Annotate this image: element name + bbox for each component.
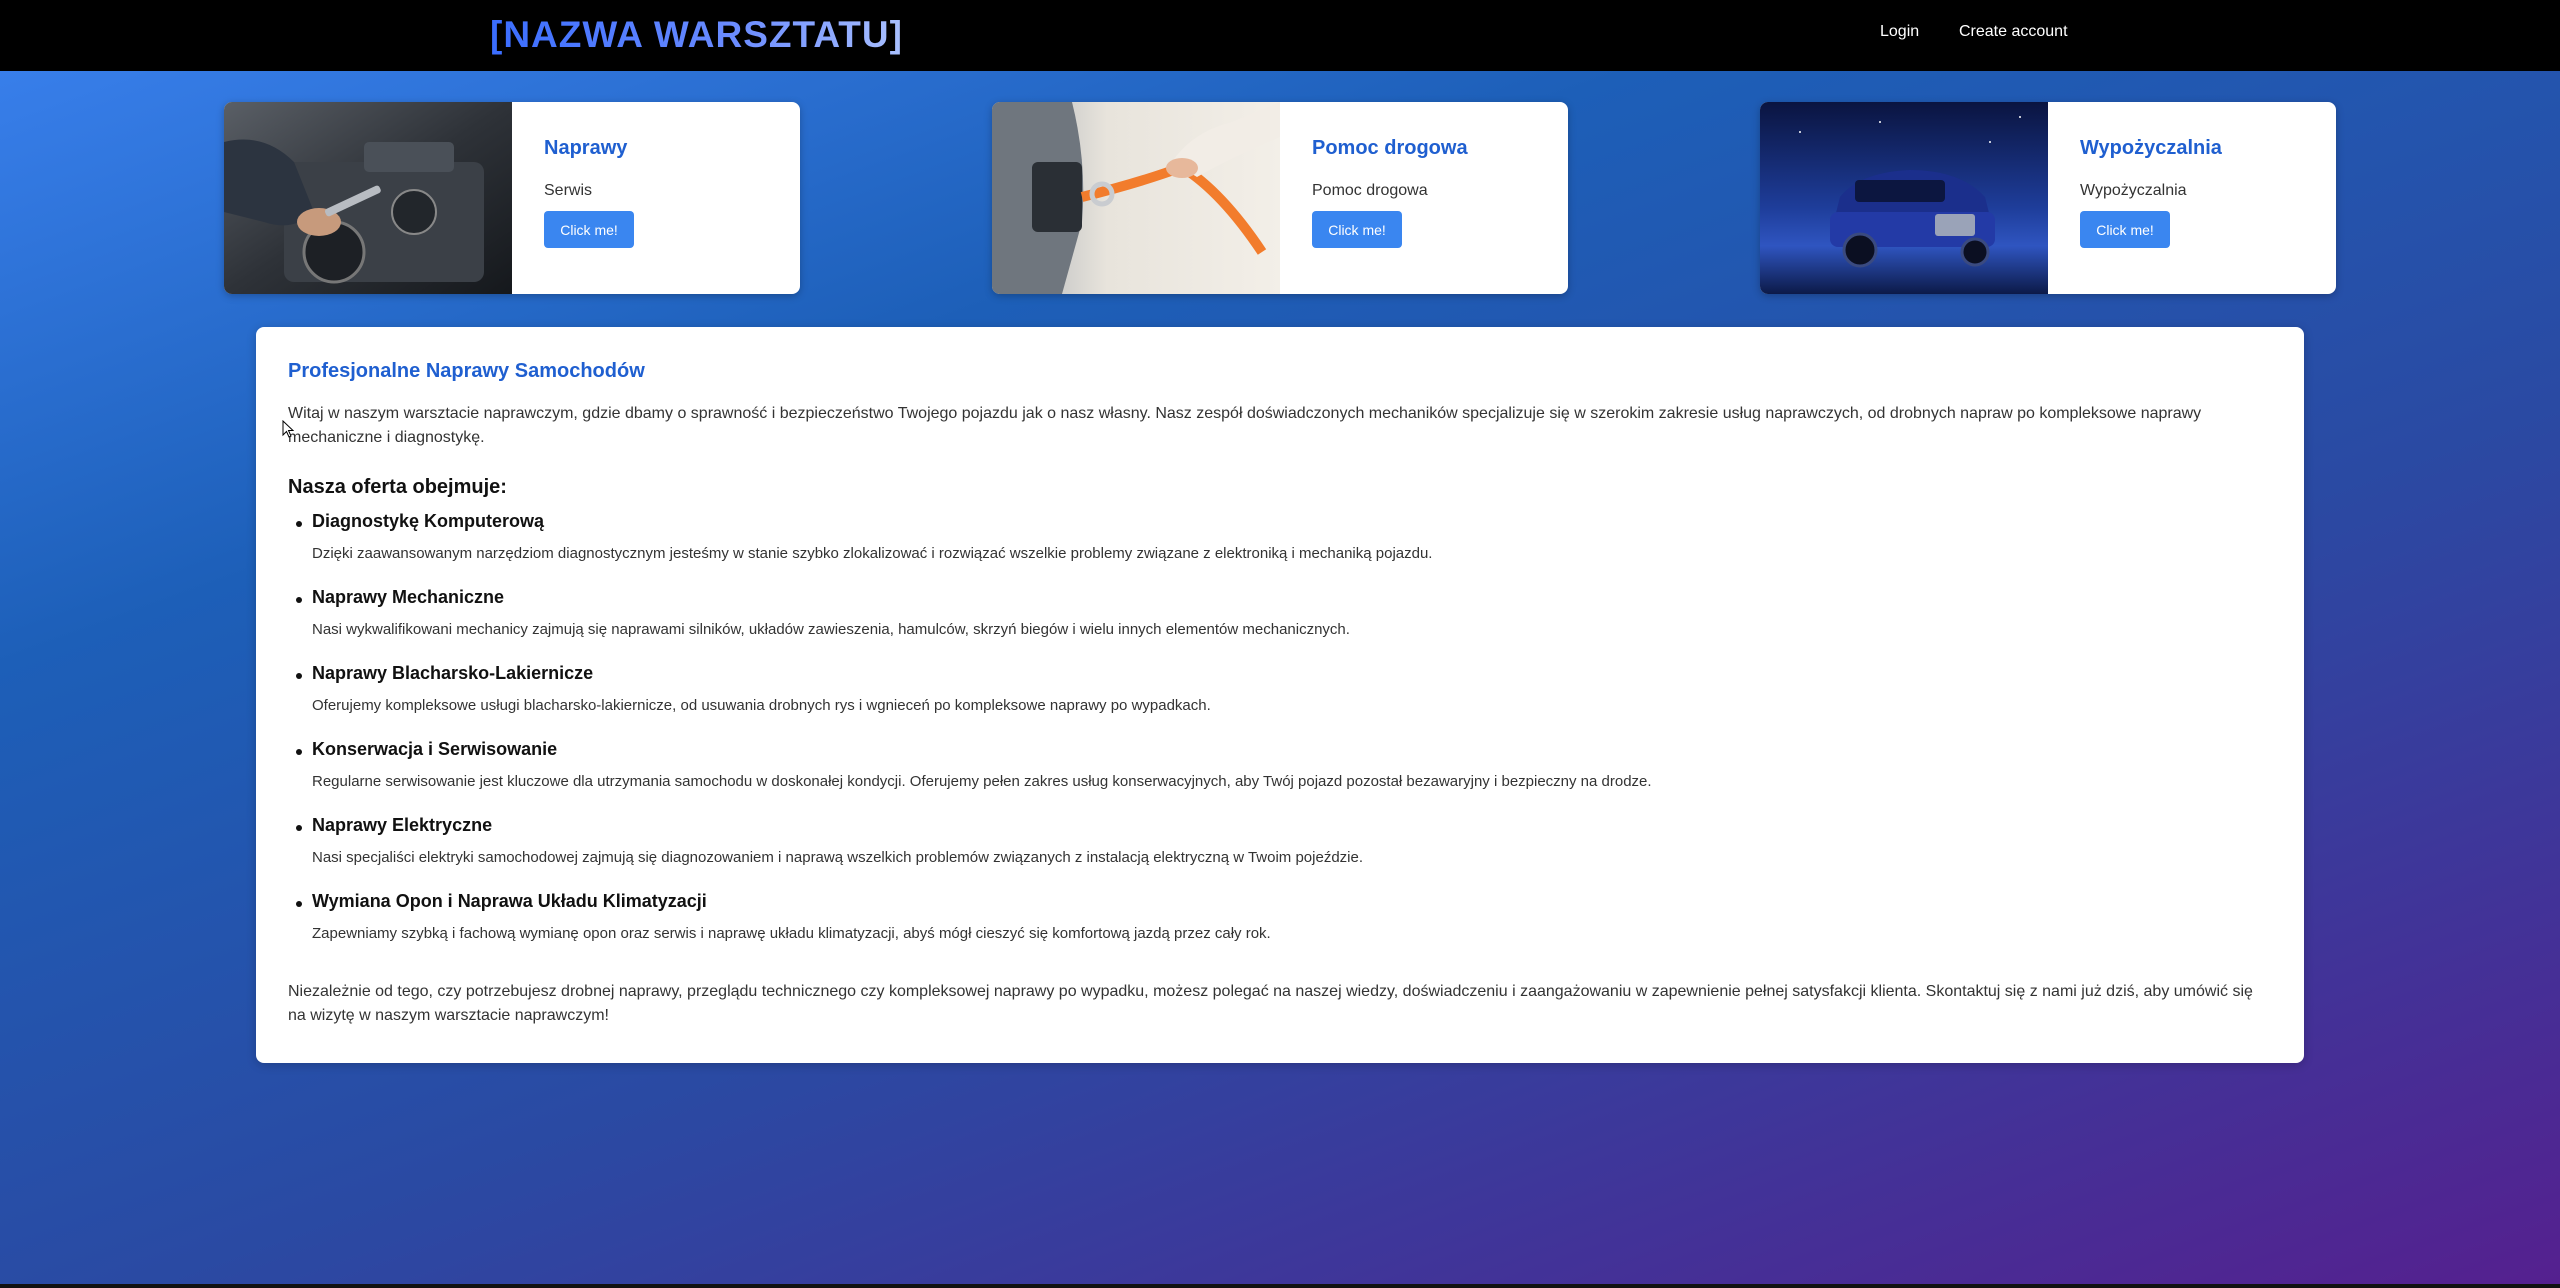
section-title: Profesjonalne Naprawy Samochodów xyxy=(288,360,645,382)
list-item: Diagnostykę Komputerową Dzięki zaawansow… xyxy=(296,511,2262,587)
create-account-link[interactable]: Create account xyxy=(1959,23,2068,41)
offer-description: Zapewniamy szybką i fachową wymianę opon… xyxy=(312,925,1271,942)
list-item: Wymiana Opon i Naprawa Układu Klimatyzac… xyxy=(296,891,2262,967)
card-title: Naprawy xyxy=(544,137,628,159)
login-link[interactable]: Login xyxy=(1880,23,1919,41)
offer-name: Wymiana Opon i Naprawa Układu Klimatyzac… xyxy=(312,891,707,911)
tow-strap-image xyxy=(992,102,1280,294)
mouse-cursor-icon xyxy=(282,420,294,438)
list-item: Naprawy Blacharsko-Lakiernicze Oferujemy… xyxy=(296,663,2262,739)
offer-name: Konserwacja i Serwisowanie xyxy=(312,739,558,759)
card-title: Wypożyczalnia xyxy=(2080,137,2222,159)
offer-description: Dzięki zaawansowanym narzędziom diagnost… xyxy=(312,545,1433,562)
outro-paragraph: Niezależnie od tego, czy potrzebujesz dr… xyxy=(288,983,2253,1024)
list-item: Naprawy Elektryczne Nasi specjaliści ele… xyxy=(296,815,2262,891)
offer-heading: Nasza oferta obejmuje: xyxy=(288,476,507,498)
offer-description: Nasi specjaliści elektryki samochodowej … xyxy=(312,849,1364,866)
card-click-button[interactable]: Click me! xyxy=(544,211,634,248)
intro-paragraph: Witaj w naszym warsztacie naprawczym, gd… xyxy=(288,405,2202,446)
card-click-button[interactable]: Click me! xyxy=(1312,211,1402,248)
site-brand[interactable]: [NAZWA WARSZTATU] xyxy=(490,14,903,56)
service-card-naprawy: Naprawy Serwis Click me! xyxy=(224,102,800,294)
service-card-pomoc-drogowa: Pomoc drogowa Pomoc drogowa Click me! xyxy=(992,102,1568,294)
blue-suv-image xyxy=(1760,102,2048,294)
card-title: Pomoc drogowa xyxy=(1312,137,1468,159)
offer-name: Diagnostykę Komputerową xyxy=(312,511,545,531)
card-text: Serwis xyxy=(544,182,593,199)
offer-name: Naprawy Mechaniczne xyxy=(312,587,505,607)
card-click-button[interactable]: Click me! xyxy=(2080,211,2170,248)
offer-description: Nasi wykwalifikowani mechanicy zajmują s… xyxy=(312,621,1350,638)
bottom-edge xyxy=(0,1284,2560,1288)
offer-list: Diagnostykę Komputerową Dzięki zaawansow… xyxy=(296,511,2262,967)
list-item: Naprawy Mechaniczne Nasi wykwalifikowani… xyxy=(296,587,2262,663)
card-text: Pomoc drogowa xyxy=(1312,182,1428,199)
content-panel: Profesjonalne Naprawy Samochodów Witaj w… xyxy=(256,327,2304,1063)
service-card-wypozyczalnia: Wypożyczalnia Wypożyczalnia Click me! xyxy=(1760,102,2336,294)
list-item: Konserwacja i Serwisowanie Regularne ser… xyxy=(296,739,2262,815)
engine-repair-image xyxy=(224,102,512,294)
top-navbar: [NAZWA WARSZTATU] Login Create account xyxy=(0,0,2560,71)
card-text: Wypożyczalnia xyxy=(2080,182,2187,199)
offer-name: Naprawy Elektryczne xyxy=(312,815,493,835)
offer-name: Naprawy Blacharsko-Lakiernicze xyxy=(312,663,594,683)
offer-description: Oferujemy kompleksowe usługi blacharsko-… xyxy=(312,697,1211,714)
offer-description: Regularne serwisowanie jest kluczowe dla… xyxy=(312,773,1652,790)
